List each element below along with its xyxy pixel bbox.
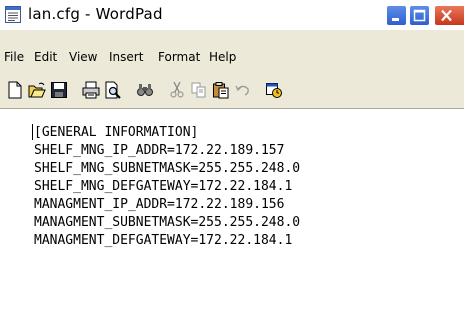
menu-view[interactable]: View — [69, 50, 97, 64]
menu-file[interactable]: File — [4, 50, 24, 64]
open-icon[interactable] — [28, 81, 46, 99]
new-icon[interactable] — [6, 81, 24, 99]
text-caret — [32, 124, 33, 140]
print-preview-icon[interactable] — [104, 81, 122, 99]
close-button[interactable] — [434, 5, 464, 26]
print-icon[interactable] — [82, 81, 100, 99]
wordpad-app-icon[interactable] — [5, 6, 21, 23]
copy-icon[interactable] — [190, 81, 208, 99]
paste-icon[interactable] — [212, 81, 230, 99]
save-icon[interactable] — [50, 81, 68, 99]
minimize-icon — [392, 18, 399, 21]
maximize-button[interactable] — [409, 5, 430, 26]
find-icon[interactable] — [136, 81, 154, 99]
document-line[interactable]: MANAGMENT_SUBNETMASK=255.255.248.0 — [34, 214, 300, 232]
document-line[interactable]: SHELF_MNG_SUBNETMASK=255.255.248.0 — [34, 160, 300, 178]
document-line[interactable]: [GENERAL INFORMATION] — [34, 124, 198, 142]
window-title: lan.cfg - WordPad — [28, 5, 163, 23]
maximize-icon — [413, 9, 426, 22]
menu-help[interactable]: Help — [209, 50, 236, 64]
cut-icon[interactable] — [168, 81, 186, 99]
menu-edit[interactable]: Edit — [34, 50, 57, 64]
document-line[interactable]: MANAGMENT_DEFGATEWAY=172.22.184.1 — [34, 232, 292, 250]
undo-icon[interactable] — [234, 81, 252, 99]
title-bar[interactable]: lan.cfg - WordPad — [0, 0, 464, 30]
menu-bar: File Edit View Insert Format Help — [0, 30, 464, 70]
menu-insert[interactable]: Insert — [109, 50, 143, 64]
date-time-icon[interactable] — [265, 81, 283, 99]
minimize-button[interactable] — [386, 5, 407, 26]
document-line[interactable]: MANAGMENT_IP_ADDR=172.22.189.156 — [34, 196, 284, 214]
close-icon — [441, 9, 452, 22]
document-line[interactable]: SHELF_MNG_IP_ADDR=172.22.189.157 — [34, 142, 284, 160]
toolbar — [0, 70, 464, 108]
menu-format[interactable]: Format — [158, 50, 200, 64]
document-line[interactable]: SHELF_MNG_DEFGATEWAY=172.22.184.1 — [34, 178, 292, 196]
